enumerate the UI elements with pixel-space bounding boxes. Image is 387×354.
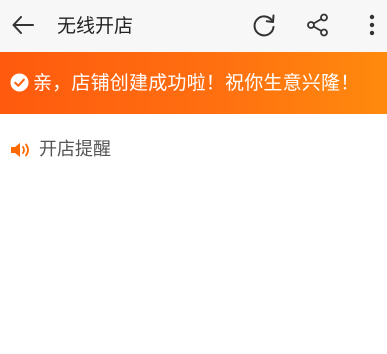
- refresh-icon: [253, 14, 275, 37]
- page-title: 无线开店: [57, 15, 134, 37]
- share-button[interactable]: [299, 6, 337, 44]
- store-notice-label: 开店提醒: [39, 139, 111, 160]
- more-options-button[interactable]: [353, 6, 387, 44]
- store-notice-row[interactable]: 开店提醒: [10, 136, 111, 164]
- app-window: 无线开店 亲，店铺创建成功啦！祝你生意兴隆！ 开店提醒: [0, 0, 387, 354]
- share-icon: [307, 13, 328, 37]
- more-vertical-icon: [369, 14, 375, 36]
- success-message: 亲，店铺创建成功啦！祝你生意兴隆！: [33, 72, 360, 94]
- refresh-button[interactable]: [245, 6, 283, 44]
- success-banner: 亲，店铺创建成功啦！祝你生意兴隆！: [0, 52, 387, 114]
- arrow-left-icon: [12, 16, 34, 34]
- back-button[interactable]: [4, 6, 42, 44]
- speaker-icon: [11, 143, 29, 157]
- top-navigation-bar: 无线开店: [0, 0, 387, 52]
- check-circle-icon: [10, 73, 29, 92]
